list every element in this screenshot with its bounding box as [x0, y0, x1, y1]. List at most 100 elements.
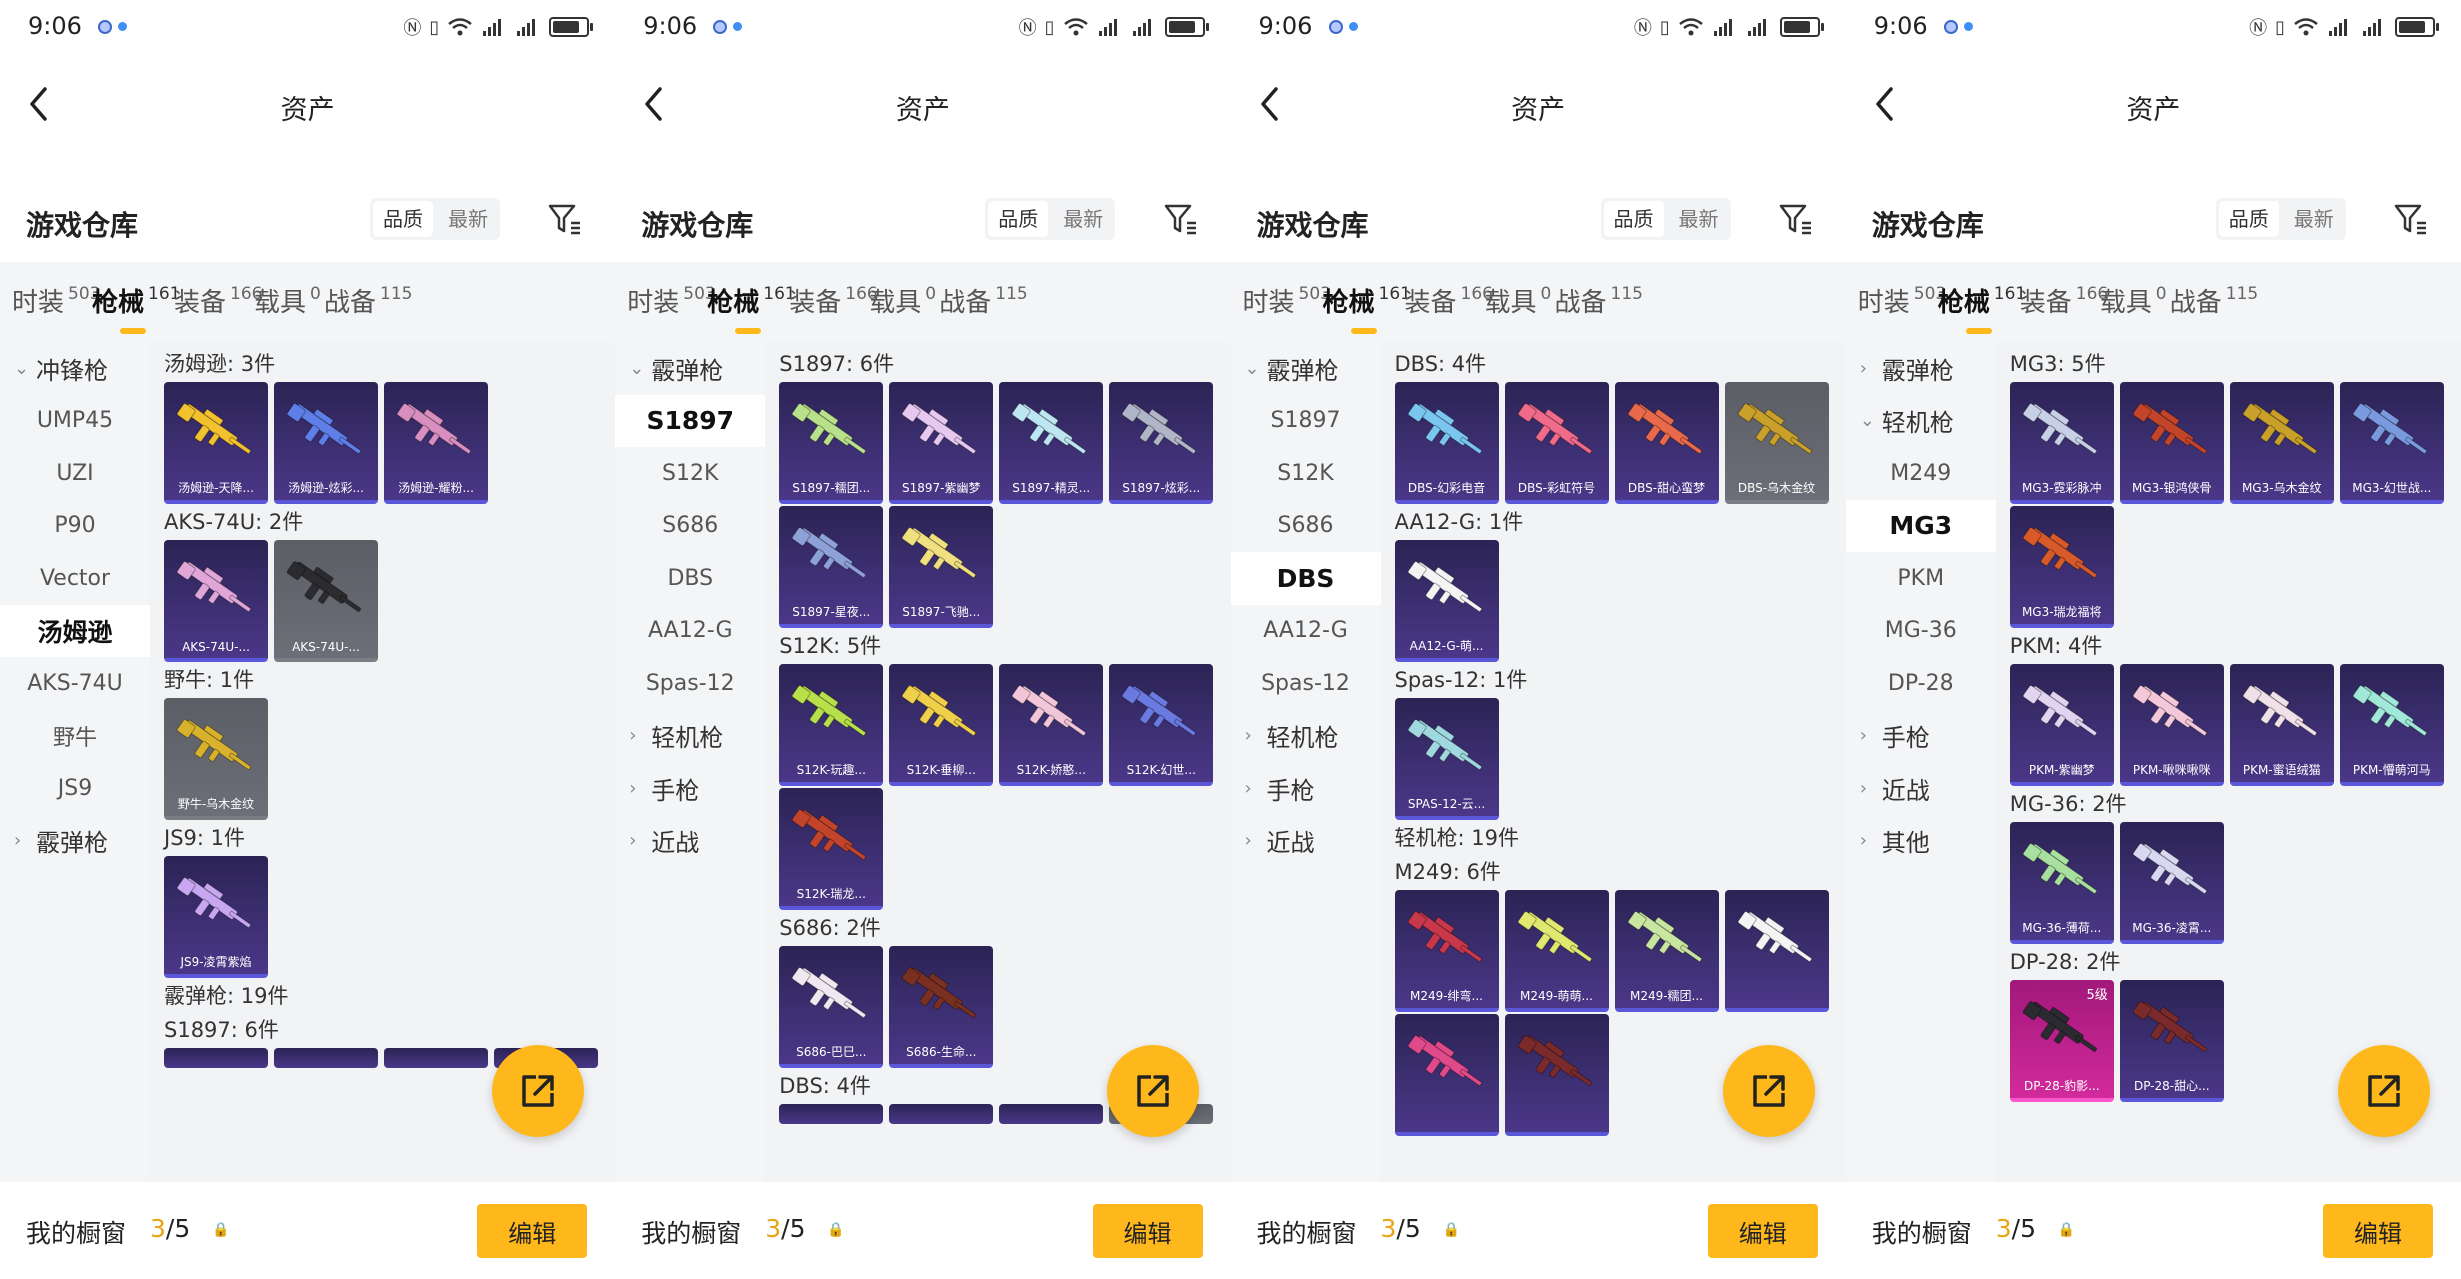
weapon-card[interactable]: DBS-甜心蛮梦: [1614, 382, 1719, 504]
sidebar-item[interactable]: › 轻机枪: [1231, 710, 1381, 763]
weapon-card[interactable]: S1897-星夜...: [779, 506, 884, 628]
sidebar-item[interactable]: › 手枪: [1231, 762, 1381, 815]
sidebar-item[interactable]: › 近战: [1846, 762, 1996, 815]
share-button[interactable]: [1107, 1045, 1200, 1137]
sidebar-item[interactable]: S1897: [615, 394, 766, 447]
weapon-card[interactable]: S1897-精灵...: [999, 382, 1104, 504]
weapon-card[interactable]: PKM-懵萌河马: [2339, 664, 2444, 786]
weapon-card[interactable]: MG3-银鸿侠骨: [2119, 382, 2224, 504]
sidebar-item[interactable]: UZI: [0, 447, 150, 500]
weapon-card[interactable]: S12K-垂柳...: [889, 664, 994, 786]
weapon-card[interactable]: MG3-瑞龙福将: [2009, 506, 2114, 628]
tab-3[interactable]: 载具 0: [2100, 282, 2167, 319]
sidebar-item[interactable]: 汤姆逊: [0, 604, 150, 657]
weapon-card[interactable]: 汤姆逊-天降...: [164, 382, 268, 504]
weapon-card[interactable]: PKM-紫幽梦: [2009, 664, 2114, 786]
sort-quality-button[interactable]: 品质: [2218, 201, 2279, 237]
weapon-card[interactable]: [274, 1048, 378, 1068]
weapon-card[interactable]: S12K-玩趣...: [779, 664, 884, 786]
weapon-card[interactable]: JS9-凌霄紫焰: [164, 856, 268, 978]
tab-3[interactable]: 载具 0: [1485, 282, 1552, 319]
tab-1[interactable]: 枪械 161: [92, 282, 180, 334]
sidebar-item[interactable]: › 其他: [1846, 815, 1996, 868]
weapon-card[interactable]: S12K-娇憨...: [999, 664, 1104, 786]
weapon-card[interactable]: M249-绯弯...: [1394, 890, 1499, 1012]
sidebar-item[interactable]: › 轻机枪: [615, 710, 765, 763]
weapon-card[interactable]: MG3-幻世战...: [2339, 382, 2444, 504]
filter-button[interactable]: [1776, 196, 1816, 242]
edit-button[interactable]: 编辑: [477, 1204, 588, 1258]
sidebar-item[interactable]: M249: [1846, 447, 1996, 500]
sidebar-item[interactable]: JS9: [0, 762, 150, 815]
tab-2[interactable]: 装备 166: [789, 282, 877, 319]
weapon-card[interactable]: [1394, 1014, 1499, 1136]
tab-0[interactable]: 时装 503: [1243, 282, 1331, 319]
sidebar-item[interactable]: › 手枪: [615, 762, 765, 815]
tab-4[interactable]: 战备 115: [1555, 282, 1643, 319]
share-button[interactable]: [1722, 1045, 1815, 1137]
weapon-card[interactable]: [384, 1048, 488, 1068]
weapon-card[interactable]: [1504, 1014, 1609, 1136]
weapon-card[interactable]: S686-巴巳...: [779, 946, 884, 1068]
weapon-card[interactable]: [164, 1048, 268, 1068]
sort-quality-button[interactable]: 品质: [373, 201, 433, 237]
weapon-card[interactable]: [999, 1104, 1104, 1124]
tab-3[interactable]: 载具 0: [869, 282, 936, 319]
share-button[interactable]: [492, 1045, 584, 1137]
weapon-card[interactable]: AKS-74U-...: [274, 540, 378, 662]
filter-button[interactable]: [545, 196, 585, 242]
sort-quality-button[interactable]: 品质: [988, 201, 1049, 237]
weapon-card[interactable]: AKS-74U-...: [164, 540, 268, 662]
tab-4[interactable]: 战备 115: [2170, 282, 2258, 319]
sidebar-item[interactable]: ⌄ 霰弹枪: [1231, 342, 1381, 395]
weapon-card[interactable]: S12K-瑞龙...: [779, 788, 884, 910]
tab-0[interactable]: 时装 503: [12, 282, 100, 319]
sidebar-item[interactable]: › 近战: [615, 815, 765, 868]
sidebar-item[interactable]: › 近战: [1231, 815, 1381, 868]
sidebar-item[interactable]: ⌄ 轻机枪: [1846, 395, 1996, 448]
sidebar-item[interactable]: MG-36: [1846, 605, 1996, 658]
tab-3[interactable]: 载具 0: [254, 282, 321, 319]
tab-1[interactable]: 枪械 161: [707, 282, 796, 334]
tab-0[interactable]: 时装 503: [1858, 282, 1946, 319]
sidebar-item[interactable]: DP-28: [1846, 657, 1996, 710]
weapon-card[interactable]: S686-生命...: [889, 946, 994, 1068]
sort-newest-button[interactable]: 最新: [2282, 198, 2346, 240]
weapon-card[interactable]: AA12-G-萌...: [1394, 540, 1499, 662]
weapon-card[interactable]: S1897-炫彩...: [1109, 382, 1214, 504]
weapon-card[interactable]: M249-糯团...: [1614, 890, 1719, 1012]
weapon-card[interactable]: MG3-霓彩脉冲: [2009, 382, 2114, 504]
weapon-card[interactable]: S1897-飞驰...: [889, 506, 994, 628]
weapon-card[interactable]: [1724, 890, 1829, 1012]
weapon-card[interactable]: DP-28-豹影... 5级: [2009, 980, 2114, 1102]
weapon-card[interactable]: MG-36-凌霄...: [2119, 822, 2224, 944]
tab-4[interactable]: 战备 115: [324, 282, 412, 319]
tab-0[interactable]: 时装 503: [627, 282, 715, 319]
sidebar-item[interactable]: AA12-G: [615, 605, 765, 658]
weapon-card[interactable]: DP-28-甜心...: [2119, 980, 2224, 1102]
sidebar-item[interactable]: › 霰弹枪: [1846, 342, 1996, 395]
sidebar-item[interactable]: UMP45: [0, 395, 150, 448]
sidebar-item[interactable]: S12K: [1231, 447, 1381, 500]
share-button[interactable]: [2337, 1045, 2430, 1137]
tab-1[interactable]: 枪械 161: [1323, 282, 1411, 334]
sidebar-item[interactable]: ⌄ 霰弹枪: [615, 342, 765, 395]
sidebar-item[interactable]: S686: [1231, 500, 1381, 553]
sort-newest-button[interactable]: 最新: [1667, 198, 1731, 240]
weapon-card[interactable]: 汤姆逊-炫彩...: [274, 382, 378, 504]
tab-2[interactable]: 装备 166: [174, 282, 262, 319]
weapon-card[interactable]: S12K-幻世...: [1109, 664, 1214, 786]
sidebar-item[interactable]: Spas-12: [615, 657, 765, 710]
weapon-card[interactable]: DBS-幻彩电音: [1394, 382, 1499, 504]
sidebar-item[interactable]: S12K: [615, 447, 765, 500]
sidebar-item[interactable]: Spas-12: [1231, 657, 1381, 710]
weapon-card[interactable]: MG3-乌木金纹: [2229, 382, 2334, 504]
sort-newest-button[interactable]: 最新: [436, 198, 500, 240]
sidebar-item[interactable]: › 手枪: [1846, 710, 1996, 763]
sidebar-item[interactable]: AA12-G: [1231, 605, 1381, 658]
weapon-card[interactable]: [779, 1104, 884, 1124]
sidebar-item[interactable]: › 霰弹枪: [0, 815, 150, 868]
tab-1[interactable]: 枪械 161: [1938, 282, 2026, 334]
weapon-card[interactable]: 野牛-乌木金纹: [164, 698, 268, 820]
sidebar-item[interactable]: S1897: [1231, 395, 1381, 448]
